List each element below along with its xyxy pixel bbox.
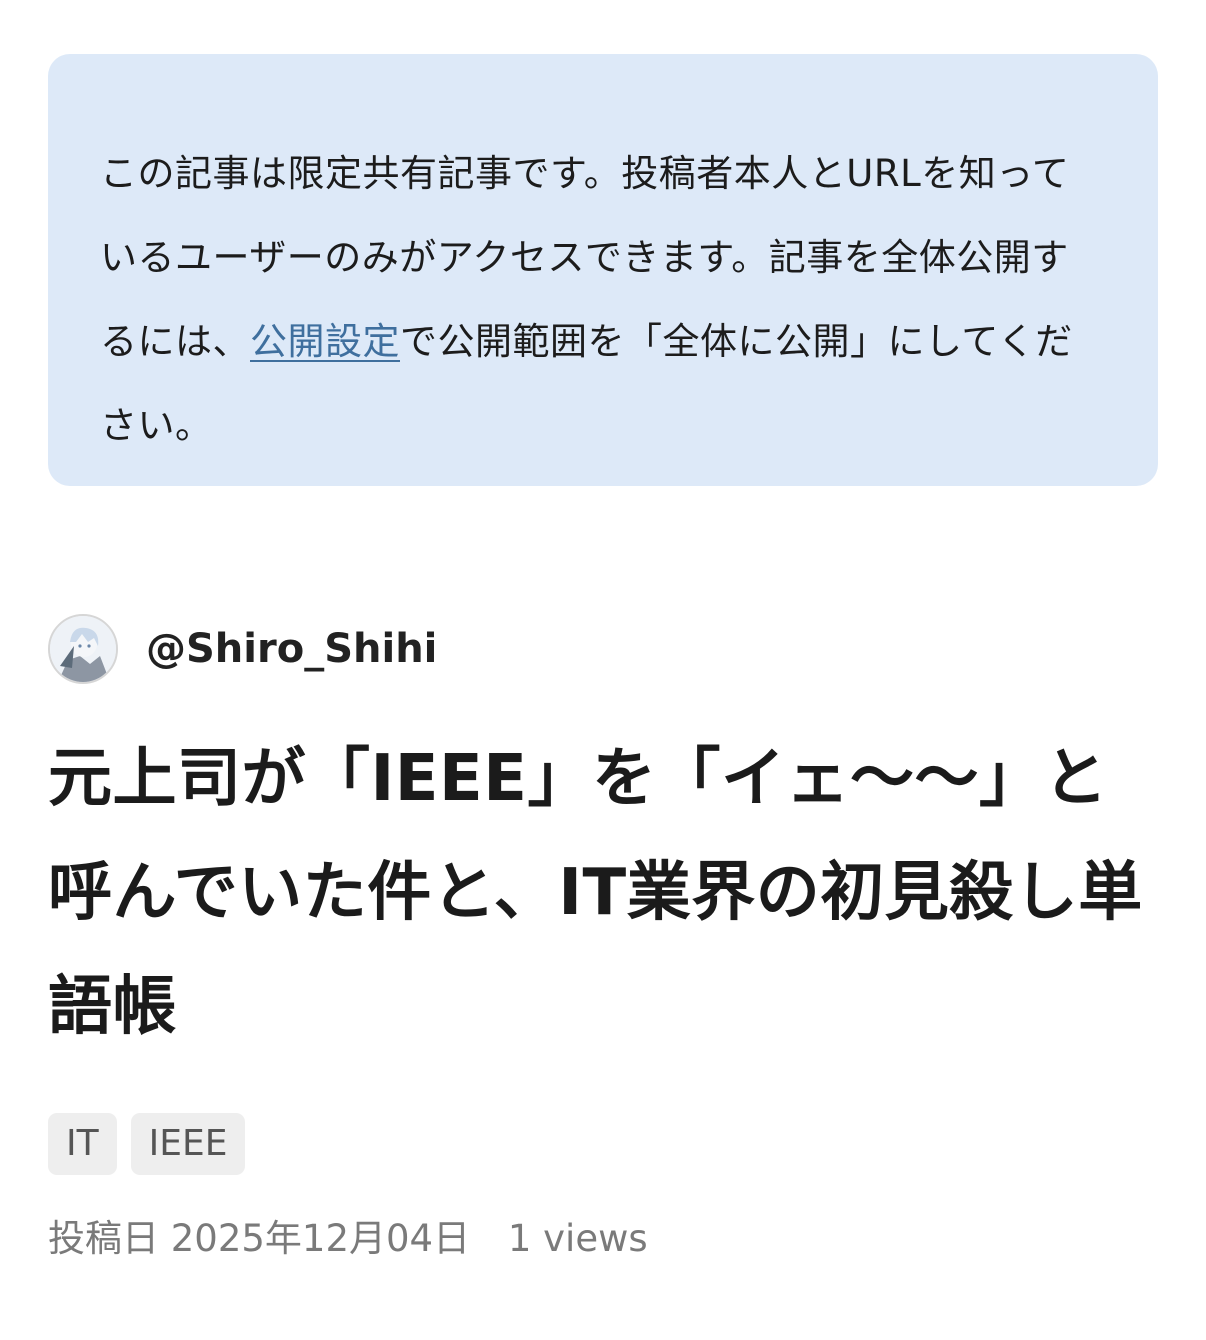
view-count: 1 views: [507, 1217, 648, 1260]
posted-date: 2025年12月04日: [170, 1217, 471, 1260]
article-title: 元上司が「IEEE」を「イェ〜〜」と呼んでいた件と、IT業界の初見殺し単語帳: [48, 742, 1143, 1044]
author-handle[interactable]: @Shiro_Shihi: [146, 626, 437, 672]
author-row[interactable]: @Shiro_Shihi: [48, 612, 437, 686]
posted-label: 投稿日: [48, 1217, 159, 1260]
notice-text: この記事は限定共有記事です。投稿者本人とURLを知っているユーザーのみがアクセス…: [100, 132, 1106, 468]
avatar-illustration-icon: [50, 616, 116, 682]
tag-ieee[interactable]: IEEE: [130, 1113, 246, 1175]
avatar[interactable]: [48, 614, 118, 684]
article-meta: 投稿日 2025年12月04日 1 views: [48, 1208, 648, 1262]
tag-list: IT IEEE: [48, 1113, 246, 1175]
limited-share-notice: この記事は限定共有記事です。投稿者本人とURLを知っているユーザーのみがアクセス…: [48, 54, 1158, 486]
publish-settings-link[interactable]: 公開設定: [250, 320, 400, 363]
tag-it[interactable]: IT: [48, 1113, 117, 1175]
